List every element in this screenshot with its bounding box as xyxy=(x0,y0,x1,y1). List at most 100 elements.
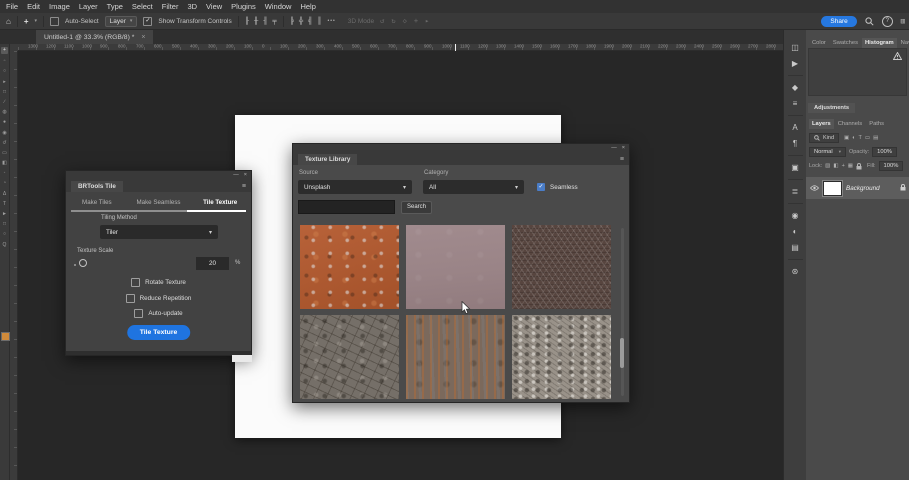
brush-settings-panel-icon[interactable]: ◆ xyxy=(792,83,798,92)
marquee-tool-icon[interactable]: ▫ xyxy=(4,59,6,64)
rotate-texture-checkbox[interactable] xyxy=(131,278,141,287)
move-tool-icon[interactable]: + xyxy=(1,47,8,54)
tools-panel[interactable]: + ▫ ○ ▸ □ ∕ ◍ ● ◉ ↺ ▭ ◧ ◦ ◔ Δ T ► □ ○ Q xyxy=(0,44,10,480)
warning-icon[interactable] xyxy=(893,52,902,60)
vertical-ruler[interactable] xyxy=(10,51,18,480)
distribute-vertical-icon[interactable]: ║ xyxy=(317,17,321,25)
align-top-icon[interactable]: ╤ xyxy=(272,17,276,25)
layer-thumbnail[interactable] xyxy=(822,179,843,197)
tab-make-tiles[interactable]: Make Tiles xyxy=(66,199,128,206)
eraser-tool-icon[interactable]: ▭ xyxy=(2,150,7,156)
source-dropdown[interactable]: Unsplash ▾ xyxy=(298,180,412,194)
lock-paint-icon[interactable]: ◧ xyxy=(833,163,838,169)
filter-type-layers-icon[interactable]: T xyxy=(859,135,862,141)
filter-adjustment-layers-icon[interactable]: ◐ xyxy=(852,135,855,141)
align-left-icon[interactable]: ╟ xyxy=(245,17,249,25)
search-input[interactable] xyxy=(298,200,395,214)
actions-panel-icon[interactable]: ▶ xyxy=(792,59,798,68)
distribute-center-icon[interactable]: ╬ xyxy=(299,17,303,25)
menu-layer[interactable]: Layer xyxy=(79,2,98,11)
auto-update-checkbox[interactable] xyxy=(134,309,144,318)
close-icon[interactable]: × xyxy=(141,34,145,41)
more-options-icon[interactable]: ••• xyxy=(328,18,336,24)
menu-help[interactable]: Help xyxy=(300,2,315,11)
show-transform-checkbox[interactable]: ✓ xyxy=(143,16,153,26)
category-dropdown[interactable]: All ▾ xyxy=(423,180,524,194)
filter-pixel-layers-icon[interactable]: ▣ xyxy=(844,135,849,141)
tab-color[interactable]: Color xyxy=(809,38,829,48)
close-icon[interactable]: × xyxy=(244,171,247,179)
adjustments-panel-tab[interactable]: Adjustments xyxy=(808,103,856,113)
seamless-checkbox[interactable]: ✓ xyxy=(537,183,545,191)
help-icon[interactable]: ? xyxy=(881,15,893,27)
hand-tool-icon[interactable]: ○ xyxy=(3,232,6,237)
libraries-panel-icon[interactable]: ▣ xyxy=(791,163,799,172)
character-panel-icon[interactable]: A xyxy=(792,123,797,132)
reduce-repetition-checkbox[interactable] xyxy=(125,293,135,303)
3d-scale-icon[interactable]: ▸ xyxy=(425,17,429,25)
shape-tool-icon[interactable]: □ xyxy=(3,222,6,227)
tab-swatches[interactable]: Swatches xyxy=(830,38,861,48)
type-tool-icon[interactable]: T xyxy=(3,201,6,207)
menu-3d[interactable]: 3D xyxy=(187,2,197,11)
menu-window[interactable]: Window xyxy=(265,2,292,11)
window-titlebar[interactable]: — × xyxy=(66,171,251,179)
tab-tile-texture[interactable]: Tile Texture xyxy=(189,199,251,206)
blend-mode-dropdown[interactable]: Normal ▾ xyxy=(809,147,846,157)
fill-value[interactable]: 100% xyxy=(878,161,904,171)
paragraph-panel-icon[interactable]: ¶ xyxy=(793,139,797,148)
lock-artboard-icon[interactable]: ▦ xyxy=(848,163,853,169)
workspace-switcher-icon[interactable]: ▥ xyxy=(901,17,905,25)
3d-drag-icon[interactable]: ◇ xyxy=(403,17,407,25)
eyedropper-tool-icon[interactable]: ∕ xyxy=(4,99,5,105)
dodge-tool-icon[interactable]: ◔ xyxy=(3,181,6,186)
menu-view[interactable]: View xyxy=(206,2,222,11)
search-icon[interactable] xyxy=(865,16,874,26)
align-right-icon[interactable]: ╢ xyxy=(263,17,267,25)
visibility-eye-icon[interactable] xyxy=(810,185,819,191)
brushes-panel-icon[interactable]: ◫ xyxy=(791,43,799,52)
menu-filter[interactable]: Filter xyxy=(162,2,179,11)
texture-scale-slider-knob[interactable] xyxy=(79,259,87,267)
scrollbar-thumb[interactable] xyxy=(620,338,624,368)
glyphs-panel-icon[interactable]: ◐ xyxy=(793,227,798,236)
minimize-icon[interactable]: — xyxy=(233,171,239,179)
filter-smart-objects-icon[interactable]: ▤ xyxy=(873,135,878,141)
menu-image[interactable]: Image xyxy=(49,2,70,11)
menu-edit[interactable]: Edit xyxy=(27,2,40,11)
tab-channels[interactable]: Channels xyxy=(835,119,866,129)
texture-thumbnail-silver-slag[interactable] xyxy=(512,315,611,399)
3d-rotate-icon[interactable]: ↺ xyxy=(380,17,384,25)
tab-make-seamless[interactable]: Make Seamless xyxy=(128,199,190,206)
panel-title-tab[interactable]: BRTools Tile xyxy=(71,180,123,192)
document-tab[interactable]: Untitled-1 @ 33.3% (RGB/8) * × xyxy=(36,30,154,44)
minimize-icon[interactable]: — xyxy=(611,144,617,152)
panel-menu-icon[interactable]: ≡ xyxy=(242,183,246,190)
gradient-tool-icon[interactable]: ◧ xyxy=(2,161,7,166)
opacity-value[interactable]: 100% xyxy=(872,147,897,157)
auto-select-target-dropdown[interactable]: Layer ▾ xyxy=(104,15,138,27)
path-select-tool-icon[interactable]: ► xyxy=(2,212,7,217)
lasso-tool-icon[interactable]: ○ xyxy=(3,69,6,74)
menu-type[interactable]: Type xyxy=(107,2,123,11)
layer-comps-panel-icon[interactable]: ▤ xyxy=(791,243,799,252)
texture-thumbnail-mauve-plaster[interactable] xyxy=(406,225,505,309)
horizontal-ruler[interactable]: 1300 1200 1100 1000 900 800 700 600 500 400 300 200… xyxy=(18,44,783,51)
tab-histogram[interactable]: Histogram xyxy=(862,38,897,48)
3d-roll-icon[interactable]: ↻ xyxy=(391,17,395,25)
home-icon[interactable]: ⌂ xyxy=(6,17,11,26)
menu-select[interactable]: Select xyxy=(132,2,153,11)
settings-icon[interactable]: ⊛ xyxy=(792,267,799,276)
tool-preset-chevron-icon[interactable]: ▾ xyxy=(35,18,38,24)
filter-kind-dropdown[interactable]: Kind xyxy=(809,133,840,143)
3d-slide-icon[interactable]: + xyxy=(414,17,418,25)
texture-thumbnail-diamond-plate[interactable] xyxy=(512,225,611,309)
lock-transparency-icon[interactable]: ▨ xyxy=(825,163,830,169)
tool-presets-panel-icon[interactable]: ≡ xyxy=(793,99,798,108)
share-button[interactable]: Share xyxy=(821,15,857,27)
panel-menu-icon[interactable]: ≡ xyxy=(620,156,624,163)
resize-grip[interactable] xyxy=(232,355,252,362)
filter-shape-layers-icon[interactable]: ▭ xyxy=(865,135,870,141)
crop-tool-icon[interactable]: □ xyxy=(3,89,6,95)
distribute-right-icon[interactable]: ╣ xyxy=(308,17,312,25)
